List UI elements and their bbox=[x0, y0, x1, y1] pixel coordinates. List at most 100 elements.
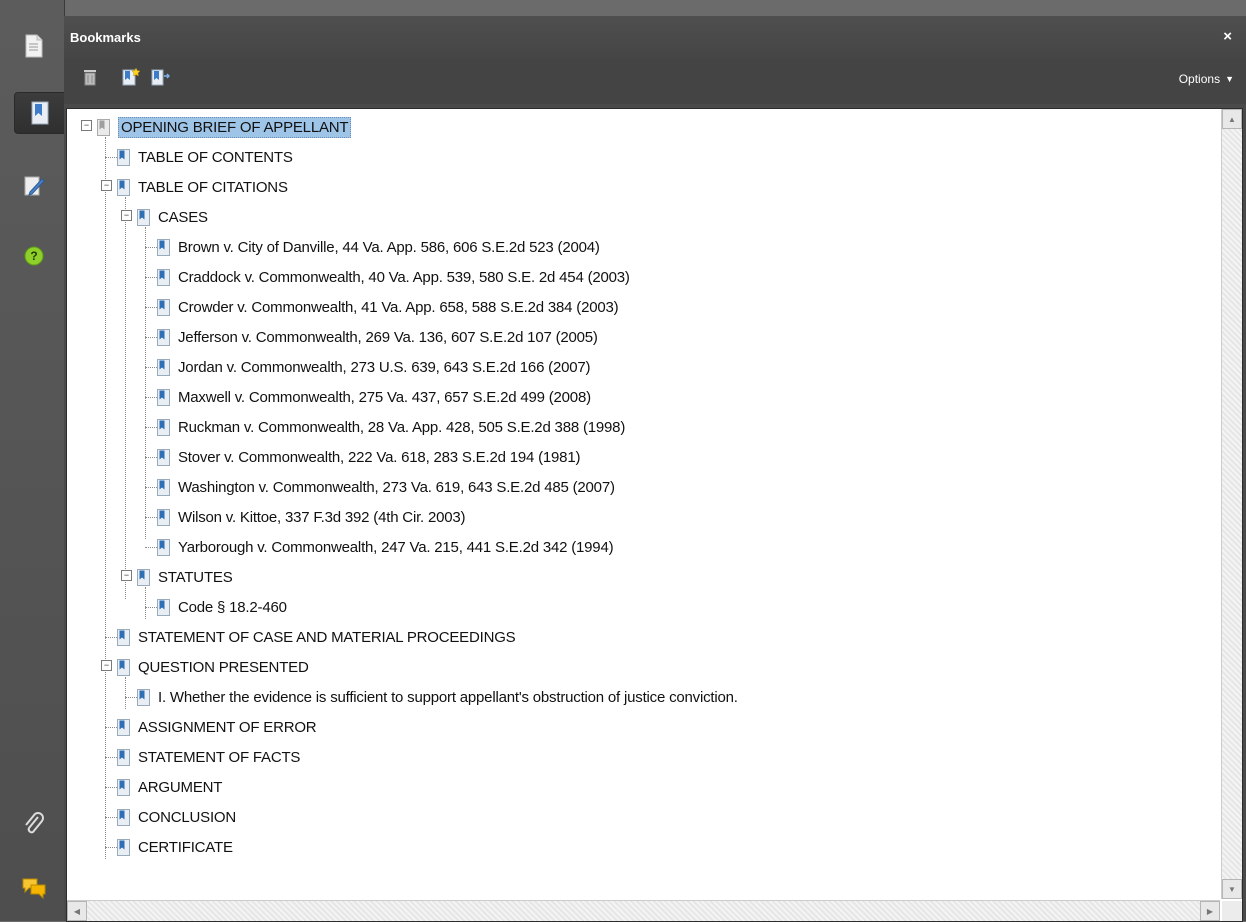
horizontal-scrollbar[interactable]: ◀ ▶ bbox=[67, 900, 1220, 921]
scroll-corner bbox=[1222, 901, 1242, 921]
bookmark-icon bbox=[157, 448, 170, 466]
pages-icon[interactable] bbox=[14, 26, 54, 66]
bookmark-icon bbox=[137, 688, 150, 706]
tree-line bbox=[105, 137, 106, 859]
bookmark-icon bbox=[117, 808, 130, 826]
collapse-toggle[interactable]: − bbox=[121, 570, 132, 581]
bookmarks-tree-container: − OPENING BRIEF OF APPELLANT TABLE OF CO… bbox=[66, 108, 1243, 922]
tree-line bbox=[145, 607, 157, 608]
question-bookmark[interactable]: I. Whether the evidence is sufficient to… bbox=[137, 685, 738, 709]
case-bookmark[interactable]: Maxwell v. Commonwealth, 275 Va. 437, 65… bbox=[157, 385, 591, 409]
bookmark-icon bbox=[157, 598, 170, 616]
bookmark-icon bbox=[157, 478, 170, 496]
bookmark-item[interactable]: ASSIGNMENT OF ERROR bbox=[117, 715, 317, 739]
bookmark-item[interactable]: QUESTION PRESENTED bbox=[117, 655, 309, 679]
scroll-left-icon[interactable]: ◀ bbox=[67, 901, 87, 921]
tree-line bbox=[145, 277, 157, 278]
options-label: Options bbox=[1178, 72, 1221, 86]
case-bookmark[interactable]: Ruckman v. Commonwealth, 28 Va. App. 428… bbox=[157, 415, 625, 439]
bookmarks-tree: − OPENING BRIEF OF APPELLANT TABLE OF CO… bbox=[67, 109, 1220, 899]
bookmark-label: TABLE OF CONTENTS bbox=[138, 148, 293, 166]
bookmark-item[interactable]: TABLE OF CONTENTS bbox=[117, 145, 293, 169]
bookmark-label: CONCLUSION bbox=[138, 808, 237, 826]
case-bookmark[interactable]: Brown v. City of Danville, 44 Va. App. 5… bbox=[157, 235, 600, 259]
tree-line bbox=[145, 247, 157, 248]
panel-title: Bookmarks bbox=[70, 30, 141, 45]
bookmark-label: STATUTES bbox=[158, 568, 233, 586]
signatures-icon[interactable] bbox=[14, 166, 54, 206]
tree-line bbox=[105, 157, 117, 158]
bookmark-item[interactable]: STATUTES bbox=[137, 565, 233, 589]
statute-bookmark[interactable]: Code § 18.2-460 bbox=[157, 595, 287, 619]
bookmark-icon bbox=[117, 778, 130, 796]
bookmark-label: STATEMENT OF CASE AND MATERIAL PROCEEDIN… bbox=[138, 628, 516, 646]
bookmark-label: TABLE OF CITATIONS bbox=[138, 178, 288, 196]
new-bookmark-icon[interactable] bbox=[120, 66, 142, 88]
bookmarks-panel: Bookmarks × Options ▼ − OPENING BRIEF OF… bbox=[64, 16, 1246, 922]
tree-line bbox=[105, 787, 117, 788]
bookmarks-icon bbox=[31, 101, 49, 125]
bookmark-icon bbox=[137, 208, 150, 226]
bookmark-item[interactable]: ARGUMENT bbox=[117, 775, 222, 799]
tree-line bbox=[105, 637, 117, 638]
tree-line bbox=[145, 547, 157, 548]
bookmark-label: I. Whether the evidence is sufficient to… bbox=[158, 688, 738, 706]
tree-line bbox=[125, 697, 137, 698]
tree-line bbox=[145, 227, 146, 539]
bookmark-label: Ruckman v. Commonwealth, 28 Va. App. 428… bbox=[178, 418, 626, 436]
case-bookmark[interactable]: Wilson v. Kittoe, 337 F.3d 392 (4th Cir.… bbox=[157, 505, 466, 529]
bookmark-icon bbox=[117, 178, 130, 196]
bookmark-label: Wilson v. Kittoe, 337 F.3d 392 (4th Cir.… bbox=[178, 508, 466, 526]
case-bookmark[interactable]: Jordan v. Commonwealth, 273 U.S. 639, 64… bbox=[157, 355, 591, 379]
tree-line bbox=[145, 517, 157, 518]
bookmark-label: QUESTION PRESENTED bbox=[138, 658, 309, 676]
case-bookmark[interactable]: Craddock v. Commonwealth, 40 Va. App. 53… bbox=[157, 265, 630, 289]
panel-header: Bookmarks × bbox=[64, 16, 1246, 58]
bookmark-label: Brown v. City of Danville, 44 Va. App. 5… bbox=[178, 238, 600, 256]
bookmark-item[interactable]: CASES bbox=[137, 205, 208, 229]
bookmark-item[interactable]: CERTIFICATE bbox=[117, 835, 233, 859]
case-bookmark[interactable]: Yarborough v. Commonwealth, 247 Va. 215,… bbox=[157, 535, 614, 559]
case-bookmark[interactable]: Jefferson v. Commonwealth, 269 Va. 136, … bbox=[157, 325, 598, 349]
tree-line bbox=[145, 337, 157, 338]
bookmark-item[interactable]: STATEMENT OF CASE AND MATERIAL PROCEEDIN… bbox=[117, 625, 516, 649]
tree-line bbox=[105, 727, 117, 728]
bookmark-icon bbox=[157, 418, 170, 436]
bookmarks-toolbar: Options ▼ bbox=[64, 58, 1246, 104]
expand-bookmark-icon[interactable] bbox=[149, 66, 171, 88]
scroll-right-icon[interactable]: ▶ bbox=[1200, 901, 1220, 921]
tree-line bbox=[145, 367, 157, 368]
tree-line bbox=[145, 397, 157, 398]
scroll-up-icon[interactable]: ▲ bbox=[1222, 109, 1242, 129]
bookmark-label: Washington v. Commonwealth, 273 Va. 619,… bbox=[178, 478, 615, 496]
attachments-icon[interactable] bbox=[14, 804, 54, 844]
help-icon[interactable]: ? bbox=[14, 236, 54, 276]
tree-line bbox=[125, 197, 126, 599]
close-icon[interactable]: × bbox=[1223, 28, 1232, 45]
comments-icon[interactable] bbox=[14, 868, 54, 908]
options-menu[interactable]: Options ▼ bbox=[1179, 72, 1234, 86]
scroll-down-icon[interactable]: ▼ bbox=[1222, 879, 1242, 899]
delete-bookmark-icon[interactable] bbox=[79, 66, 101, 88]
bookmark-icon bbox=[117, 718, 130, 736]
bookmark-label: Jefferson v. Commonwealth, 269 Va. 136, … bbox=[178, 328, 598, 346]
vertical-scrollbar[interactable]: ▲ ▼ bbox=[1221, 109, 1242, 899]
case-bookmark[interactable]: Stover v. Commonwealth, 222 Va. 618, 283… bbox=[157, 445, 580, 469]
bookmark-item[interactable]: TABLE OF CITATIONS bbox=[117, 175, 288, 199]
bookmark-item[interactable]: CONCLUSION bbox=[117, 805, 236, 829]
bookmarks-panel-button[interactable] bbox=[14, 92, 65, 134]
bookmark-icon bbox=[97, 118, 110, 136]
collapse-toggle[interactable]: − bbox=[121, 210, 132, 221]
bookmark-item[interactable]: STATEMENT OF FACTS bbox=[117, 745, 300, 769]
bookmark-icon bbox=[157, 268, 170, 286]
collapse-toggle[interactable]: − bbox=[101, 180, 112, 191]
navigation-rail: ? bbox=[0, 0, 65, 921]
bookmark-label: Yarborough v. Commonwealth, 247 Va. 215,… bbox=[178, 538, 614, 556]
case-bookmark[interactable]: Washington v. Commonwealth, 273 Va. 619,… bbox=[157, 475, 615, 499]
case-bookmark[interactable]: Crowder v. Commonwealth, 41 Va. App. 658… bbox=[157, 295, 619, 319]
collapse-toggle[interactable]: − bbox=[81, 120, 92, 131]
bookmark-label: Maxwell v. Commonwealth, 275 Va. 437, 65… bbox=[178, 388, 591, 406]
bookmark-root[interactable]: OPENING BRIEF OF APPELLANT bbox=[97, 115, 352, 139]
bookmark-label: ASSIGNMENT OF ERROR bbox=[138, 718, 317, 736]
collapse-toggle[interactable]: − bbox=[101, 660, 112, 671]
